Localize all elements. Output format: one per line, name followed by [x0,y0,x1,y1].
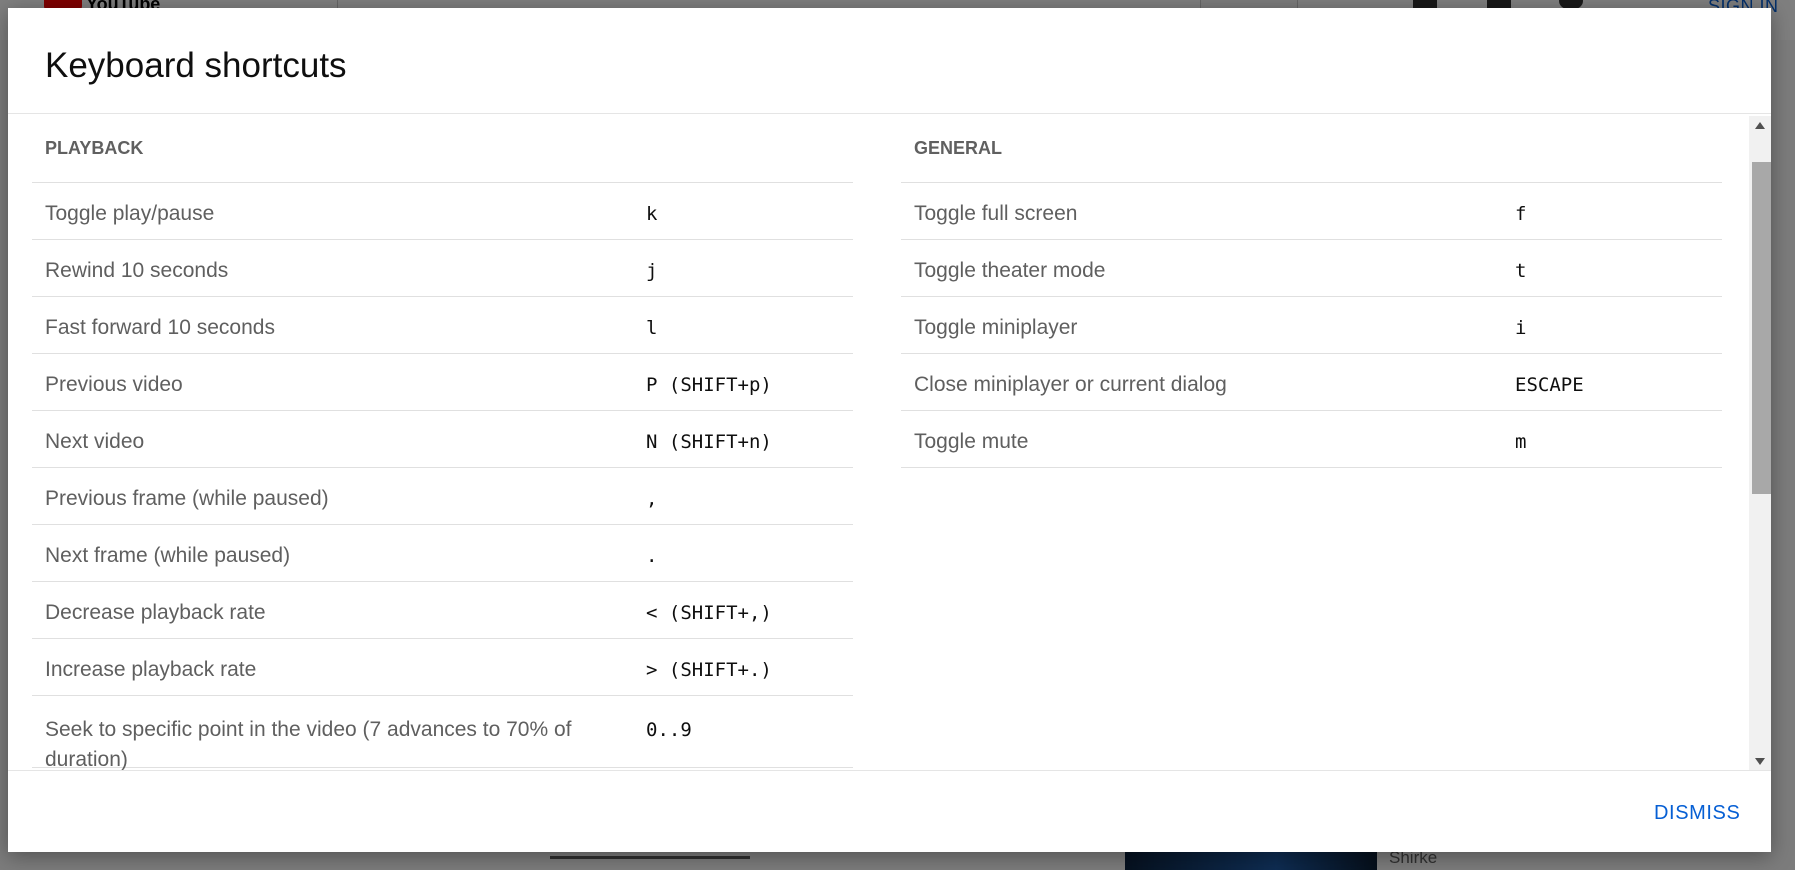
shortcut-key: N (SHIFT+n) [646,431,772,453]
shortcut-row: Toggle theater mode t [901,240,1722,297]
triangle-up-icon[interactable] [1755,122,1765,129]
shortcut-key: , [646,488,658,510]
shortcut-row: Toggle mute m [901,411,1722,468]
scrollbar-thumb[interactable] [1752,162,1771,494]
shortcut-label: Decrease playback rate [45,601,266,624]
shortcut-label: Seek to specific point in the video (7 a… [45,718,572,770]
shortcut-row: Close miniplayer or current dialog ESCAPE [901,354,1722,411]
shortcut-label: Next video [45,430,145,453]
playback-section-header: PLAYBACK [32,114,853,183]
shortcut-key: P (SHIFT+p) [646,374,772,396]
shortcut-key: > (SHIFT+.) [646,659,772,681]
shortcut-key: ESCAPE [1515,374,1584,396]
shortcut-label: Rewind 10 seconds [45,259,229,282]
shortcut-key: m [1515,431,1527,453]
shortcut-label: Toggle full screen [914,202,1078,225]
shortcut-row: Toggle play/pause k [32,183,853,240]
shortcut-label: Toggle mute [914,430,1029,453]
shortcut-label: Toggle theater mode [914,259,1106,282]
footer-divider [8,770,1771,771]
general-section: GENERAL Toggle full screen f Toggle theate… [901,114,1722,468]
shortcuts-scroll-area[interactable]: PLAYBACK Toggle play/pause k Rewind 10 sec… [8,114,1771,770]
shortcut-key: f [1515,203,1527,225]
playback-rows: Toggle play/pause k Rewind 10 seconds j Fast… [32,183,853,770]
shortcut-label: Fast forward 10 seconds [45,316,275,339]
shortcut-key: < (SHIFT+,) [646,602,772,624]
shortcut-row: Seek to specific point in the video (7 a… [32,696,853,770]
dialog-scrollbar[interactable] [1749,116,1771,770]
shortcut-label: Toggle play/pause [45,202,215,225]
shortcut-row: Rewind 10 seconds j [32,240,853,297]
dismiss-button[interactable]: DISMISS [1652,798,1742,829]
shortcut-row: Previous video P (SHIFT+p) [32,354,853,411]
shortcut-label: Previous video [45,373,183,396]
shortcut-row: Decrease playback rate < (SHIFT+,) [32,582,853,639]
shortcut-key: . [646,545,658,567]
shortcut-row: Next frame (while paused). [32,525,853,582]
shortcut-key: j [646,260,658,282]
dialog-title: Keyboard shortcuts [45,46,347,85]
general-rows: Toggle full screen f Toggle theater mode t T… [901,183,1722,468]
shortcut-row: Toggle full screen f [901,183,1722,240]
playback-section: PLAYBACK Toggle play/pause k Rewind 10 sec… [32,114,853,770]
shortcut-row: Toggle miniplayer i [901,297,1722,354]
shortcut-key: 0..9 [646,719,692,741]
shortcut-label: Increase playback rate [45,658,257,681]
general-section-header: GENERAL [901,114,1722,183]
shortcut-key: t [1515,260,1527,282]
shortcut-label: Previous frame (while paused) [45,487,329,510]
shortcut-row: Next video N (SHIFT+n) [32,411,853,468]
shortcut-label: Toggle miniplayer [914,316,1078,339]
shortcut-row: Increase playback rate > (SHIFT+.) [32,639,853,696]
shortcut-row: Previous frame (while paused), [32,468,853,525]
shortcut-row: Fast forward 10 seconds l [32,297,853,354]
shortcut-label: Next frame (while paused) [45,544,291,567]
keyboard-shortcuts-dialog: Keyboard shortcuts PLAYBACK Toggle play/… [8,8,1771,852]
shortcut-key: k [646,203,658,225]
shortcut-key: l [646,317,658,339]
triangle-down-icon[interactable] [1755,758,1765,765]
shortcut-label: Close miniplayer or current dialog [914,373,1227,396]
shortcut-key: i [1515,317,1527,339]
